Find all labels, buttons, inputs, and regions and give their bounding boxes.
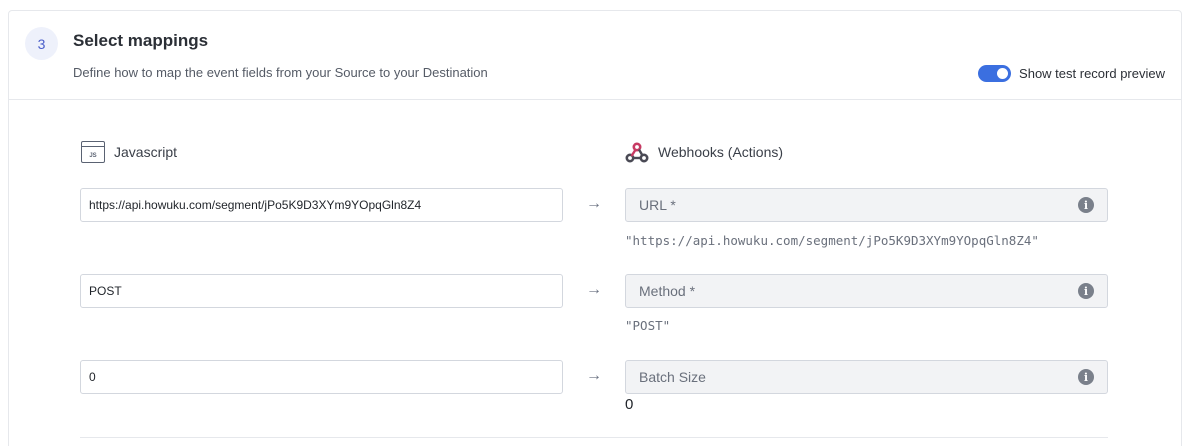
method-destination-field[interactable]: Method * i xyxy=(625,274,1108,308)
method-preview-value: "POST" xyxy=(625,318,671,333)
mapping-arrow-icon: → xyxy=(586,281,602,298)
javascript-icon-text: JS xyxy=(89,153,97,159)
method-field-label: Method * xyxy=(639,283,696,299)
step-description: Define how to map the event fields from … xyxy=(73,65,488,80)
webhooks-icon xyxy=(625,141,649,163)
batch-size-field-label: Batch Size xyxy=(639,369,706,385)
test-preview-toggle[interactable] xyxy=(978,65,1012,82)
url-field-label: URL * xyxy=(639,197,676,213)
url-destination-field[interactable]: URL * i xyxy=(625,188,1108,222)
test-preview-toggle-group[interactable]: Show test record preview xyxy=(978,65,1165,82)
step-number-badge: 3 xyxy=(25,27,58,60)
batch-size-destination-field[interactable]: Batch Size i xyxy=(625,360,1108,394)
batch-size-preview-value: 0 xyxy=(625,396,634,413)
test-preview-toggle-label: Show test record preview xyxy=(1019,66,1165,81)
destination-name: Webhooks (Actions) xyxy=(658,144,784,160)
step-header: 3 Select mappings Define how to map the … xyxy=(9,11,1181,100)
url-preview-value: "https://api.howuku.com/segment/jPo5K9D3… xyxy=(625,233,1039,248)
javascript-icon: JS xyxy=(81,141,105,163)
url-source-input[interactable]: https://api.howuku.com/segment/jPo5K9D3X… xyxy=(80,188,563,222)
source-column-header: JS Javascript xyxy=(81,141,177,163)
method-source-input[interactable]: POST xyxy=(80,274,563,308)
mapping-arrow-icon: → xyxy=(586,195,602,212)
info-icon[interactable]: i xyxy=(1078,369,1094,385)
batch-size-source-input[interactable]: 0 xyxy=(80,360,563,394)
info-icon[interactable]: i xyxy=(1078,197,1094,213)
section-divider xyxy=(80,437,1108,438)
destination-column-header: Webhooks (Actions) xyxy=(625,141,783,163)
mapping-arrow-icon: → xyxy=(586,367,602,384)
info-icon[interactable]: i xyxy=(1078,283,1094,299)
step-title: Select mappings xyxy=(73,31,209,50)
source-name: Javascript xyxy=(114,144,178,160)
